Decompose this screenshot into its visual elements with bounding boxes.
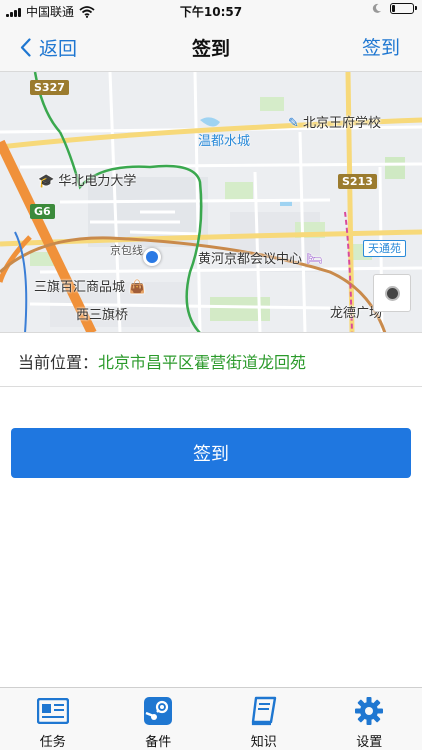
- shopping-bag-icon: 👜: [129, 280, 146, 295]
- tab-label: 备件: [145, 735, 172, 750]
- gear-icon: [353, 696, 385, 726]
- university-icon: 🎓: [38, 174, 55, 189]
- nav-checkin-button[interactable]: 签到: [362, 33, 400, 60]
- poi-label: 三旗百汇商品城: [34, 280, 126, 295]
- school-icon: ✎: [288, 116, 299, 131]
- battery-fill: [392, 5, 396, 12]
- steam-icon: [142, 696, 174, 726]
- battery-icon: [390, 3, 417, 14]
- poi-huanghe-convention[interactable]: 黄河京都会议中心 🛏: [198, 248, 323, 267]
- poi-label: 华北电力大学: [58, 174, 137, 189]
- tab-label: 任务: [39, 735, 66, 750]
- poi-wendu-water-city[interactable]: 温都水城: [198, 130, 250, 149]
- status-right: [371, 3, 417, 14]
- current-location-marker: [143, 248, 161, 266]
- poi-sanqi-mall[interactable]: 三旗百汇商品城 👜: [34, 276, 145, 295]
- status-bar: 中国联通 下午10:57: [0, 0, 422, 22]
- map-view[interactable]: S327 ✎ 北京王府学校 温都水城 🎓 华北电力大学 S213 G6 京包线 …: [0, 72, 422, 333]
- tab-knowledge[interactable]: 知识: [211, 688, 317, 750]
- hotel-icon: 🛏: [306, 252, 323, 267]
- current-location-value: 北京市昌平区霍营街道龙回苑: [98, 353, 307, 372]
- poi-label: 温都水城: [198, 134, 251, 149]
- nav-bar: 返回 签到 签到: [0, 22, 422, 72]
- poi-label: 北京王府学校: [303, 116, 382, 131]
- locate-icon: [384, 285, 400, 301]
- poi-beijing-wangfu-school[interactable]: ✎ 北京王府学校: [288, 112, 381, 131]
- locate-me-button[interactable]: [373, 274, 411, 312]
- tab-label: 设置: [356, 735, 383, 750]
- checkin-button[interactable]: 签到: [11, 428, 411, 478]
- road-shield-g6: G6: [30, 204, 55, 219]
- book-icon: [248, 696, 280, 726]
- road-shield-s213: S213: [338, 174, 377, 189]
- tab-settings[interactable]: 设置: [317, 688, 422, 750]
- current-location-label: 当前位置：: [18, 353, 99, 372]
- tab-bar: 任务 备件 知识 设置: [0, 687, 422, 750]
- tab-label: 知识: [250, 735, 277, 750]
- poi-ncepu[interactable]: 🎓 华北电力大学: [38, 170, 136, 189]
- page-title: 签到: [191, 38, 230, 60]
- current-location-row: 当前位置： 北京市昌平区霍营街道龙回苑: [0, 333, 422, 387]
- poi-label: 黄河京都会议中心: [198, 252, 303, 267]
- tab-spare-parts[interactable]: 备件: [106, 688, 212, 750]
- moon-icon: [372, 3, 381, 13]
- status-time: 下午10:57: [179, 5, 243, 19]
- railway-label: 京包线: [110, 244, 143, 257]
- poi-xisanqi-bridge[interactable]: 西三旗桥: [76, 304, 128, 323]
- tab-tasks[interactable]: 任务: [0, 688, 106, 750]
- newspaper-icon: [36, 696, 69, 726]
- road-shield-s327: S327: [30, 80, 69, 95]
- area-label-tiantongyuan: 天通苑: [363, 240, 406, 257]
